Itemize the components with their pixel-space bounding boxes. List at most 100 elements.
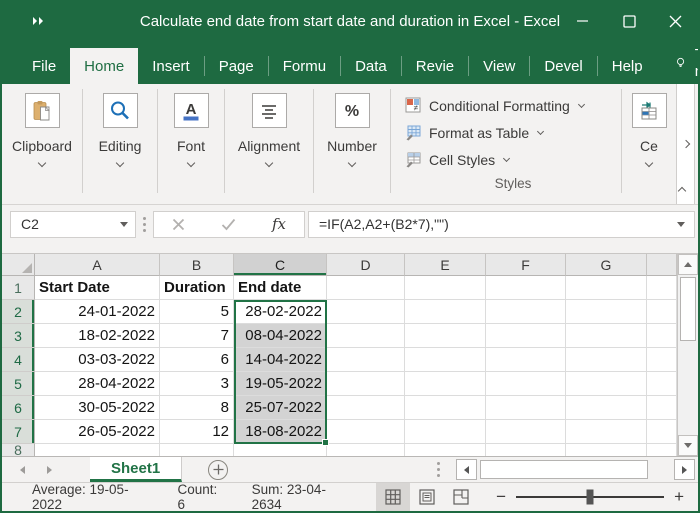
cancel-icon[interactable] xyxy=(172,218,185,231)
zoom-out-button[interactable]: − xyxy=(496,487,506,507)
minimize-button[interactable] xyxy=(560,0,606,42)
ribbon-tab-devel[interactable]: Devel xyxy=(530,48,596,84)
formula-input[interactable]: =IF(A2,A2+(B2*7),"") xyxy=(308,210,695,238)
cell-B5[interactable]: 3 xyxy=(160,372,234,396)
cell-C6[interactable]: 25-07-2022 xyxy=(234,396,327,420)
new-sheet-button[interactable] xyxy=(208,459,229,480)
scroll-up-button[interactable] xyxy=(678,254,698,275)
cell-A4[interactable]: 03-03-2022 xyxy=(35,348,160,372)
row-header-2[interactable]: 2 xyxy=(2,300,35,324)
vertical-scroll-track[interactable] xyxy=(678,343,698,435)
cell-C1[interactable]: End date xyxy=(234,276,327,300)
ribbon-group-cells[interactable]: Ce xyxy=(622,84,676,204)
zoom-in-button[interactable]: + xyxy=(674,487,684,507)
column-header-B[interactable]: B xyxy=(160,254,234,276)
formula-bar-drag-dots[interactable] xyxy=(143,216,146,232)
row-header-1[interactable]: 1 xyxy=(2,276,35,300)
cell-C7[interactable]: 18-08-2022 xyxy=(234,420,327,444)
cell-G7[interactable] xyxy=(566,420,647,444)
cell-G6[interactable] xyxy=(566,396,647,420)
ribbon-tab-data[interactable]: Data xyxy=(341,48,401,84)
cell-E7[interactable] xyxy=(405,420,486,444)
cell-G8[interactable] xyxy=(566,444,647,456)
ribbon-group-number[interactable]: % Number xyxy=(314,84,390,204)
cell-C8[interactable] xyxy=(234,444,327,456)
ribbon-group-font[interactable]: A Font xyxy=(158,84,224,204)
ribbon-tab-page[interactable]: Page xyxy=(205,48,268,84)
scroll-left-button[interactable] xyxy=(456,459,477,480)
cell-E8[interactable] xyxy=(405,444,486,456)
cell-F6[interactable] xyxy=(486,396,566,420)
cell-D1[interactable] xyxy=(327,276,405,300)
cell-A5[interactable]: 28-04-2022 xyxy=(35,372,160,396)
cell-G4[interactable] xyxy=(566,348,647,372)
maximize-button[interactable] xyxy=(606,0,652,42)
cell-B6[interactable]: 8 xyxy=(160,396,234,420)
cell-E1[interactable] xyxy=(405,276,486,300)
cell-G1[interactable] xyxy=(566,276,647,300)
page-break-preview-button[interactable] xyxy=(444,483,478,511)
scroll-right-button[interactable] xyxy=(674,459,695,480)
cell-F7[interactable] xyxy=(486,420,566,444)
scroll-down-button[interactable] xyxy=(678,435,698,456)
column-header-D[interactable]: D xyxy=(327,254,405,276)
cell-C3[interactable]: 08-04-2022 xyxy=(234,324,327,348)
ribbon-tab-home[interactable]: Home xyxy=(70,48,139,84)
row-header-7[interactable]: 7 xyxy=(2,420,35,444)
row-header-6[interactable]: 6 xyxy=(2,396,35,420)
cell-E4[interactable] xyxy=(405,348,486,372)
name-box-dropdown-icon[interactable] xyxy=(120,221,128,227)
cell-C5[interactable]: 19-05-2022 xyxy=(234,372,327,396)
zoom-slider-thumb[interactable] xyxy=(586,489,594,505)
enter-check-icon[interactable] xyxy=(221,218,236,231)
collapse-ribbon-button[interactable] xyxy=(675,185,689,197)
formula-bar-expand-icon[interactable] xyxy=(677,221,685,227)
cell-B2[interactable]: 5 xyxy=(160,300,234,324)
quick-access-toolbar-icon[interactable] xyxy=(32,16,44,26)
ribbon-group-clipboard[interactable]: Clipboard xyxy=(2,84,82,204)
cell-B8[interactable] xyxy=(160,444,234,456)
cell-A8[interactable] xyxy=(35,444,160,456)
next-sheet-button[interactable] xyxy=(47,465,52,474)
ribbon-group-alignment[interactable]: Alignment xyxy=(225,84,313,204)
ribbon-tab-file[interactable]: File xyxy=(18,48,70,84)
close-button[interactable] xyxy=(652,0,698,42)
page-layout-view-button[interactable] xyxy=(410,483,444,511)
name-box[interactable]: C2 xyxy=(10,210,136,238)
sheet-tab-drag-dots[interactable] xyxy=(437,462,440,477)
insert-function-button[interactable]: fx xyxy=(272,215,286,233)
cell-G3[interactable] xyxy=(566,324,647,348)
cell-styles-button[interactable]: Cell Styles xyxy=(405,146,621,173)
cell-F1[interactable] xyxy=(486,276,566,300)
cell-F8[interactable] xyxy=(486,444,566,456)
cell-B1[interactable]: Duration xyxy=(160,276,234,300)
horizontal-scrollbar[interactable] xyxy=(456,459,695,480)
cell-D4[interactable] xyxy=(327,348,405,372)
cell-A3[interactable]: 18-02-2022 xyxy=(35,324,160,348)
horizontal-scroll-thumb[interactable] xyxy=(480,460,648,479)
column-header-C[interactable]: C xyxy=(234,254,327,276)
cell-A7[interactable]: 26-05-2022 xyxy=(35,420,160,444)
vertical-scrollbar[interactable] xyxy=(677,254,698,456)
vertical-scroll-thumb[interactable] xyxy=(680,277,696,341)
cell-F3[interactable] xyxy=(486,324,566,348)
cell-E5[interactable] xyxy=(405,372,486,396)
ribbon-tab-insert[interactable]: Insert xyxy=(138,48,204,84)
ribbon-group-editing[interactable]: Editing xyxy=(83,84,157,204)
column-header-F[interactable]: F xyxy=(486,254,566,276)
cell-F2[interactable] xyxy=(486,300,566,324)
format-as-table-button[interactable]: Format as Table xyxy=(405,119,621,146)
row-header-4[interactable]: 4 xyxy=(2,348,35,372)
cell-D6[interactable] xyxy=(327,396,405,420)
row-header-3[interactable]: 3 xyxy=(2,324,35,348)
tell-me-button[interactable]: Tell me xyxy=(675,42,698,84)
ribbon-tab-formu[interactable]: Formu xyxy=(269,48,340,84)
conditional-formatting-button[interactable]: ≠ Conditional Formatting xyxy=(405,92,621,119)
cell-D2[interactable] xyxy=(327,300,405,324)
previous-sheet-button[interactable] xyxy=(20,465,25,474)
ribbon-tab-view[interactable]: View xyxy=(469,48,529,84)
cell-A2[interactable]: 24-01-2022 xyxy=(35,300,160,324)
ribbon-tab-revie[interactable]: Revie xyxy=(402,48,468,84)
cell-G5[interactable] xyxy=(566,372,647,396)
cell-A1[interactable]: Start Date xyxy=(35,276,160,300)
